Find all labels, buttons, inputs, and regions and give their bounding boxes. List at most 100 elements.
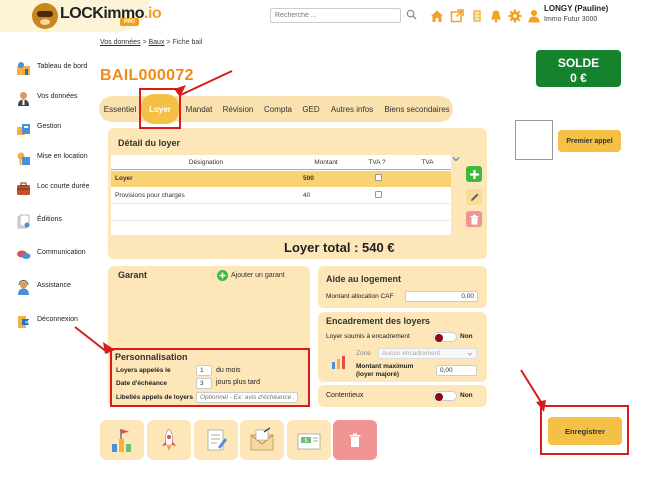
plus-icon [469, 169, 479, 179]
rent-control-toggle[interactable] [433, 332, 457, 342]
delete-row-button[interactable] [466, 211, 482, 227]
zone-select[interactable]: Aucun encadrement [378, 348, 477, 359]
add-guarantor-button[interactable]: Ajouter un garant [217, 270, 285, 281]
tab-ged[interactable]: GED [298, 96, 324, 122]
litigation-toggle-value: Non [460, 392, 473, 399]
tab-revision[interactable]: Révision [220, 96, 256, 122]
breadcrumb-current: Fiche bail [172, 39, 203, 46]
sidebar-item-label: Vos données [37, 93, 78, 100]
gear-icon[interactable] [508, 9, 522, 23]
support-icon [18, 280, 29, 295]
housing-aid-title: Aide au logement [326, 274, 402, 284]
sidebar-item-logout[interactable]: Déconnexion [16, 314, 96, 332]
breadcrumb-separator: > [166, 39, 171, 46]
guarantor-title: Garant [118, 270, 148, 280]
mail-button[interactable] [240, 420, 284, 460]
header-divider [111, 169, 451, 170]
stats-flag-button[interactable] [100, 420, 144, 460]
user-name[interactable]: LONGY (Pauline) [544, 4, 608, 13]
sidebar-item-label: Assistance [37, 282, 71, 289]
column-header-designation[interactable]: Désignation [111, 156, 301, 169]
flag-chart-icon [112, 429, 131, 452]
litigation-toggle[interactable] [433, 391, 457, 401]
breadcrumb-link-baux[interactable]: Baux [148, 39, 164, 46]
documents-icon [17, 214, 30, 229]
search-icon[interactable] [406, 9, 417, 20]
plus-circle-icon [217, 270, 228, 281]
chevron-down-icon[interactable] [452, 155, 460, 163]
logo-pro-badge: PRO [120, 18, 139, 26]
sidebar-item-support[interactable]: Assistance [16, 280, 96, 298]
sidebar-item-label: Tableau de bord [37, 63, 88, 70]
logo[interactable]: LOCKimmo.io [60, 5, 162, 23]
breadcrumb-link-vos-donnees[interactable]: Vos données [100, 39, 140, 46]
balance-value: 0 € [570, 71, 587, 85]
rent-detail-title: Détail du loyer [118, 138, 181, 148]
document-edit-button[interactable] [194, 420, 238, 460]
column-header-tva[interactable]: TVA [404, 156, 451, 169]
sidebar-item-label: Déconnexion [37, 316, 78, 323]
tab-essentiel[interactable]: Essentiel [101, 96, 139, 122]
trash-icon [470, 214, 478, 224]
litigation-label: Contentieux [326, 392, 364, 399]
pencil-icon [470, 193, 478, 201]
sidebar-item-label: Loc courte durée [37, 183, 90, 190]
sidebar-item-label: Éditions [37, 216, 62, 223]
tab-mandat[interactable]: Mandat [182, 96, 216, 122]
tab-biens-secondaires[interactable]: Biens secondaires [381, 96, 453, 122]
sidebar-item-dashboard[interactable]: Tableau de bord [16, 61, 96, 79]
external-link-icon[interactable] [450, 9, 464, 23]
trash-icon [349, 433, 361, 447]
sidebar-item-label: Gestion [37, 123, 62, 130]
annotation-box-save [540, 405, 629, 455]
max-amount-input[interactable] [436, 365, 477, 376]
arrowhead-icon [174, 85, 186, 97]
bell-icon[interactable] [489, 9, 503, 23]
tab-autres-infos[interactable]: Autres infos [327, 96, 377, 122]
sidebar-item-label: Communication [37, 249, 86, 256]
table-row[interactable]: Loyer 500 [111, 171, 451, 187]
edit-row-button[interactable] [466, 189, 482, 205]
svg-text:$: $ [305, 438, 308, 444]
rocket-icon [162, 428, 176, 451]
sidebar-item-communication[interactable]: Communication [16, 247, 96, 265]
first-call-button[interactable]: Premier appel [558, 130, 621, 152]
tva-checkbox[interactable] [375, 174, 382, 181]
tab-compta[interactable]: Compta [261, 96, 295, 122]
sidebar-item-editions[interactable]: Éditions [16, 214, 96, 232]
payment-button[interactable]: $ [287, 420, 331, 460]
document-icon[interactable] [470, 9, 484, 23]
rent-control-subject-label: Loyer soumis à encadrement [326, 333, 410, 340]
rent-control-title: Encadrement des loyers [326, 316, 431, 326]
tva-checkbox[interactable] [375, 191, 382, 198]
arrowhead-icon [103, 342, 115, 354]
money-envelope-icon: $ [297, 433, 321, 450]
delete-lease-button[interactable] [333, 420, 377, 460]
add-guarantor-label: Ajouter un garant [231, 272, 285, 279]
home-icon[interactable] [430, 9, 444, 23]
caf-amount-label: Montant allocation CAF [326, 293, 394, 300]
sidebar-item-user-data[interactable]: Vos données [16, 91, 96, 109]
cell-designation: Loyer [115, 175, 133, 182]
column-header-montant[interactable]: Montant [303, 156, 349, 169]
search-input[interactable] [270, 8, 401, 23]
add-row-button[interactable] [466, 166, 482, 182]
balance-badge: SOLDE 0 € [536, 50, 621, 87]
user-icon[interactable] [527, 9, 541, 23]
caf-amount-input[interactable] [405, 291, 478, 302]
cell-montant: 40 [303, 192, 311, 199]
sidebar-item-short-rental[interactable]: Loc courte durée [16, 181, 96, 199]
sidebar-item-management[interactable]: Gestion [16, 121, 96, 139]
column-header-tva-check[interactable]: TVA ? [351, 156, 403, 169]
rocket-button[interactable] [147, 420, 191, 460]
breadcrumb: Vos données > Baux > Fiche bail [100, 39, 202, 46]
page-title: BAIL000072 [100, 67, 194, 84]
management-icon [17, 124, 30, 135]
sidebar-item-rental[interactable]: Mise en location [16, 151, 96, 169]
user-data-icon [18, 92, 29, 106]
dashboard-icon [17, 62, 30, 75]
cell-montant: 500 [303, 175, 314, 182]
table-row[interactable]: Provisions pour charges 40 [111, 188, 451, 204]
rent-control-toggle-value: Non [460, 333, 473, 340]
logout-icon [18, 316, 31, 328]
